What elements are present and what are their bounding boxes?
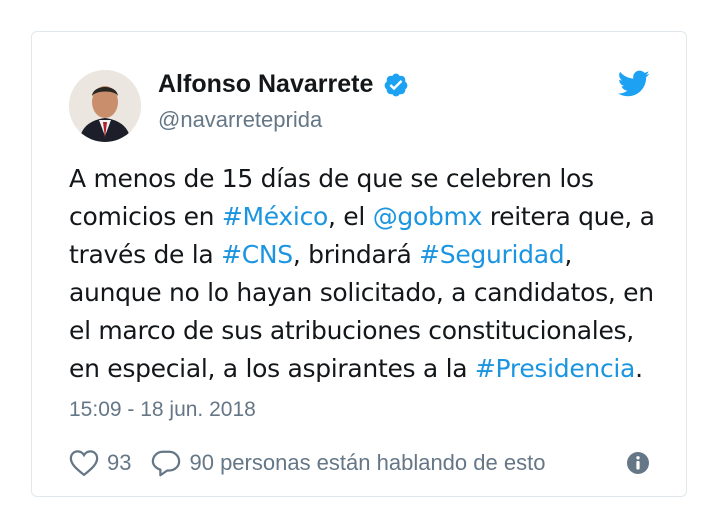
tweet-text-line: través de la #CNS, brindará #Seguridad,	[69, 236, 669, 274]
tweet-text-segment: en especial, a los aspirantes a la	[69, 354, 475, 383]
speech-bubble-icon	[152, 450, 181, 477]
conversation-link[interactable]: 90 personas están hablando de esto	[151, 449, 545, 477]
tweet-text-segment: , brindará	[292, 240, 420, 269]
tweet-text-segment: .	[635, 354, 643, 383]
tweet-text-segment: el marco de sus atribuciones constitucio…	[69, 316, 634, 345]
tweet-card: Alfonso Navarrete @navarreteprida A meno…	[31, 31, 687, 497]
tweet-text-segment: ,	[564, 240, 572, 269]
author-handle[interactable]: @navarreteprida	[158, 107, 322, 133]
conversation-text: 90 personas están hablando de esto	[189, 450, 546, 475]
tweet-text-segment: comicios en	[69, 202, 222, 231]
tweet-text-line: en especial, a los aspirantes a la #Pres…	[69, 350, 669, 388]
tweet-text-line: comicios en #México, el @gobmx reitera q…	[69, 198, 669, 236]
tweet-timestamp[interactable]: 15:09 - 18 jun. 2018	[69, 398, 256, 422]
like-button[interactable]: 93	[69, 449, 131, 477]
tweet-text-segment: A menos de 15 días de que se celebren lo…	[69, 164, 594, 193]
like-count: 93	[107, 450, 132, 475]
hashtag-link[interactable]: #CNS	[221, 240, 293, 269]
info-icon[interactable]	[626, 451, 650, 475]
tweet-text-line: aunque no lo hayan solicitado, a candida…	[69, 274, 669, 312]
tweet-text-line: el marco de sus atribuciones constitucio…	[69, 312, 669, 350]
hashtag-link[interactable]: #Seguridad	[419, 240, 565, 269]
mention-link[interactable]: @gobmx	[373, 202, 483, 231]
verified-badge-icon	[384, 73, 408, 96]
tweet-text-line: A menos de 15 días de que se celebren lo…	[69, 160, 669, 198]
tweet-actions: 93 90 personas están hablando de esto	[69, 447, 650, 479]
author-name[interactable]: Alfonso Navarrete	[158, 70, 373, 99]
tweet-text-segment: través de la	[69, 240, 222, 269]
heart-icon	[69, 450, 99, 477]
avatar[interactable]	[69, 70, 141, 142]
hashtag-link[interactable]: #México	[222, 202, 328, 231]
avatar-photo	[69, 70, 141, 142]
tweet-text-segment: aunque no lo hayan solicitado, a candida…	[69, 278, 654, 307]
tweet-text-segment: , el	[328, 202, 373, 231]
tweet-text-segment: reitera que, a	[482, 202, 655, 231]
twitter-bird-icon[interactable]	[618, 70, 650, 98]
author-name-row[interactable]: Alfonso Navarrete	[158, 70, 409, 99]
tweet-text: A menos de 15 días de que se celebren lo…	[69, 160, 669, 388]
hashtag-link[interactable]: #Presidencia	[475, 354, 635, 383]
